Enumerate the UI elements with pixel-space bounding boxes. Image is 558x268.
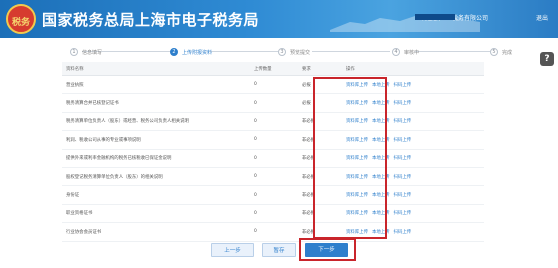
step-connector xyxy=(210,51,278,52)
row-name: 利润、税收公司从事的专业或事项说明 xyxy=(62,130,250,150)
table-row: 提供外来或利率金融机构的税务已核税收已保证金说明 0 非必报 资料库上传 本地上传… xyxy=(62,149,484,168)
progress-steps: 1 信息填写 2 上传附报资料 3 预览提交 4 审核中 5 完成 xyxy=(60,44,530,60)
table-row: 身份证 0 非必报 资料库上传 本地上传 扫码上传 xyxy=(62,185,484,205)
scan-upload-link[interactable]: 扫码上传 xyxy=(394,193,412,198)
row-name: 行业协会会员证书 xyxy=(62,222,250,242)
scan-upload-link[interactable]: 扫码上传 xyxy=(394,230,412,235)
row-name: 税务清算单位负责人（股东）或经营、税务公司负责人相关说明 xyxy=(62,112,250,132)
row-name: 职业资格证书 xyxy=(62,204,250,224)
step-4: 4 审核中 xyxy=(392,44,419,60)
row-count: 0 xyxy=(250,185,298,205)
table-row: 行业协会会员证书 0 非必报 资料库上传 本地上传 扫码上传 xyxy=(62,222,484,242)
row-count: 0 xyxy=(250,167,298,187)
save-draft-button[interactable]: 暂存 xyxy=(262,243,296,257)
scan-upload-link[interactable]: 扫码上传 xyxy=(394,175,412,180)
step-2: 2 上传附报资料 xyxy=(170,44,212,60)
table-header-row: 资料名称 上传数量 要求 操作 xyxy=(62,62,484,76)
step-2-number: 2 xyxy=(170,48,178,56)
previous-step-button[interactable]: 上一步 xyxy=(211,243,254,257)
logout-link[interactable]: 退出 xyxy=(536,13,548,22)
step-1-label: 信息填写 xyxy=(82,49,103,56)
col-header-actions: 操作 xyxy=(342,62,484,76)
col-header-requirement: 要求 xyxy=(298,62,342,76)
row-count: 0 xyxy=(250,204,298,224)
col-header-count: 上传数量 xyxy=(250,62,298,76)
actions-highlight-box xyxy=(313,77,387,239)
scan-upload-link[interactable]: 扫码上传 xyxy=(394,119,412,124)
col-header-name: 资料名称 xyxy=(62,62,250,76)
step-1: 1 信息填写 xyxy=(70,44,102,60)
scan-upload-link[interactable]: 扫码上传 xyxy=(394,138,412,143)
step-5-label: 完成 xyxy=(502,49,513,56)
attachment-table: 资料名称 上传数量 要求 操作 营业执照 0 必报 资料库上传 本地上传 扫码上传 … xyxy=(62,62,484,242)
tax-emblem-icon: 税务 xyxy=(6,4,36,34)
step-connector xyxy=(312,51,390,52)
row-name: 税务清算合并已核登记证书 xyxy=(62,93,250,113)
step-5: 5 完成 xyxy=(490,44,512,60)
header-banner: 税务 国家税务总局上海市电子税务局 欢迎您，上 税务有限公司 退出 xyxy=(0,0,558,38)
row-count: 0 xyxy=(250,75,298,95)
next-highlight-box xyxy=(299,238,356,261)
step-2-label: 上传附报资料 xyxy=(182,49,213,56)
scan-upload-link[interactable]: 扫码上传 xyxy=(394,156,412,161)
table-row: 股权登记税务清算单位负责人（股东）的相关说明 0 非必报 资料库上传 本地上传 扫码… xyxy=(62,167,484,187)
row-count: 0 xyxy=(250,149,298,168)
step-3-number: 3 xyxy=(278,48,286,56)
table-row: 税务清算单位负责人（股东）或经营、税务公司负责人相关说明 0 非必报 资料库上传… xyxy=(62,112,484,132)
table-row: 职业资格证书 0 非必报 资料库上传 本地上传 扫码上传 xyxy=(62,204,484,224)
step-3: 3 预览提交 xyxy=(278,44,310,60)
row-count: 0 xyxy=(250,93,298,113)
row-count: 0 xyxy=(250,222,298,242)
row-name: 身份证 xyxy=(62,185,250,205)
step-3-label: 预览提交 xyxy=(290,49,311,56)
step-4-number: 4 xyxy=(392,48,400,56)
step-5-number: 5 xyxy=(490,48,498,56)
scan-upload-link[interactable]: 扫码上传 xyxy=(394,83,412,88)
row-name: 营业执照 xyxy=(62,75,250,95)
row-count: 0 xyxy=(250,112,298,132)
row-count: 0 xyxy=(250,130,298,150)
step-connector xyxy=(415,51,490,52)
redacted-username xyxy=(415,14,455,20)
row-name: 提供外来或利率金融机构的税务已核税收已保证金说明 xyxy=(62,149,250,168)
row-name: 股权登记税务清算单位负责人（股东）的相关说明 xyxy=(62,167,250,187)
step-1-number: 1 xyxy=(70,48,78,56)
step-4-label: 审核中 xyxy=(404,49,420,56)
table-row: 利润、税收公司从事的专业或事项说明 0 非必报 资料库上传 本地上传 扫码上传 xyxy=(62,130,484,150)
table-row: 税务清算合并已核登记证书 0 必报 资料库上传 本地上传 扫码上传 xyxy=(62,93,484,113)
table-row: 营业执照 0 必报 资料库上传 本地上传 扫码上传 xyxy=(62,75,484,95)
scan-upload-link[interactable]: 扫码上传 xyxy=(394,101,412,106)
help-button[interactable]: ? xyxy=(540,52,554,66)
site-title: 国家税务总局上海市电子税务局 xyxy=(42,11,260,29)
scan-upload-link[interactable]: 扫码上传 xyxy=(394,211,412,216)
emblem-text: 税务 xyxy=(11,18,30,28)
